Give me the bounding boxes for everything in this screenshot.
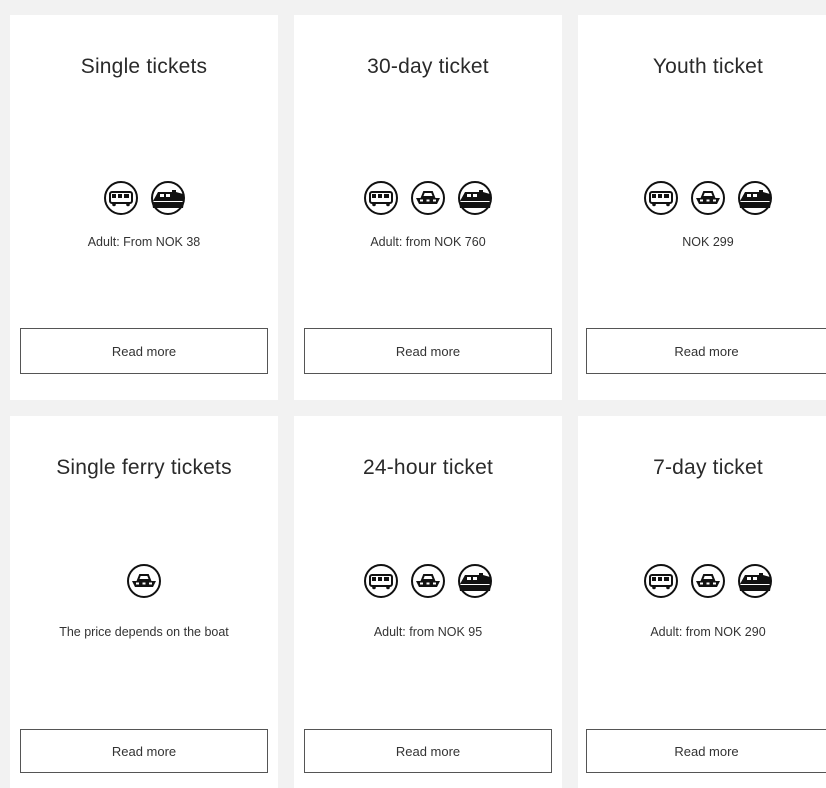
card-title: 30-day ticket bbox=[367, 55, 489, 78]
ticket-card-single: Single tickets Adult: From NOK 38 Read m… bbox=[10, 15, 278, 400]
boat-icon bbox=[411, 564, 445, 598]
price-text: Adult: From NOK 38 bbox=[87, 235, 201, 249]
price-text: Adult: from NOK 95 bbox=[373, 625, 483, 639]
price-text: Adult: from NOK 760 bbox=[370, 235, 486, 249]
read-more-button[interactable]: Read more bbox=[586, 328, 826, 374]
transport-icons bbox=[294, 180, 562, 216]
boat-icon bbox=[411, 181, 445, 215]
card-title: Single tickets bbox=[80, 55, 208, 78]
read-more-button[interactable]: Read more bbox=[20, 729, 268, 773]
train-icon bbox=[150, 181, 185, 215]
train-icon bbox=[458, 181, 492, 215]
price-text: The price depends on the boat bbox=[59, 625, 229, 639]
price-text: Adult: from NOK 290 bbox=[650, 625, 766, 639]
boat-icon bbox=[127, 564, 161, 598]
train-icon bbox=[738, 564, 772, 598]
bus-icon bbox=[364, 564, 398, 598]
transport-icons bbox=[578, 180, 826, 216]
bus-icon bbox=[644, 181, 678, 215]
transport-icons bbox=[10, 180, 278, 216]
card-title: Youth ticket bbox=[652, 55, 764, 78]
transport-icons bbox=[578, 563, 826, 599]
card-title: 7-day ticket bbox=[653, 456, 763, 479]
ticket-card-single-ferry: Single ferry tickets The price depends o… bbox=[10, 416, 278, 788]
card-title: Single ferry tickets bbox=[56, 456, 232, 479]
card-title: 24-hour ticket bbox=[362, 456, 494, 479]
train-icon bbox=[738, 181, 772, 215]
ticket-card-7-day: 7-day ticket Adult: from NOK 290 Read mo… bbox=[578, 416, 826, 788]
boat-icon bbox=[691, 181, 725, 215]
ticket-grid: Single tickets Adult: From NOK 38 Read m… bbox=[0, 0, 826, 788]
bus-icon bbox=[364, 181, 398, 215]
transport-icons bbox=[294, 563, 562, 599]
read-more-button[interactable]: Read more bbox=[586, 729, 826, 773]
read-more-button[interactable]: Read more bbox=[304, 729, 552, 773]
bus-icon bbox=[103, 181, 138, 215]
price-text: NOK 299 bbox=[682, 235, 734, 249]
read-more-button[interactable]: Read more bbox=[20, 328, 268, 374]
boat-icon bbox=[691, 564, 725, 598]
read-more-button[interactable]: Read more bbox=[304, 328, 552, 374]
ticket-card-youth: Youth ticket NOK 299 Read more bbox=[578, 15, 826, 400]
bus-icon bbox=[644, 564, 678, 598]
ticket-card-24-hour: 24-hour ticket Adult: from NOK 95 Read m… bbox=[294, 416, 562, 788]
transport-icons bbox=[10, 563, 278, 599]
ticket-card-30-day: 30-day ticket Adult: from NOK 760 Read m… bbox=[294, 15, 562, 400]
train-icon bbox=[458, 564, 492, 598]
